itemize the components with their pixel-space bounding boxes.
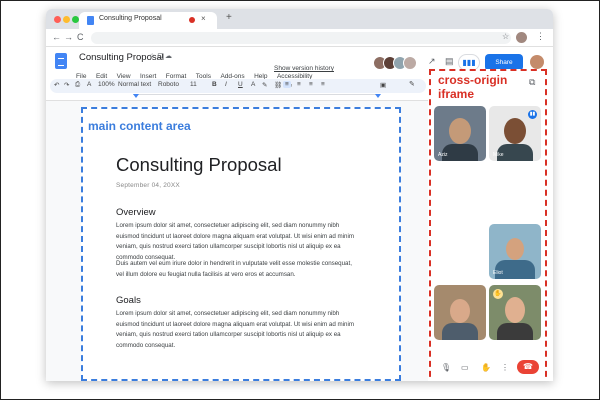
participant-name: Mike bbox=[493, 152, 504, 158]
insert-image-icon[interactable]: ▣ bbox=[380, 81, 386, 89]
raised-hand-icon: ✋ bbox=[493, 289, 503, 299]
forward-icon[interactable]: → bbox=[64, 32, 73, 42]
font-size-select[interactable]: 11 bbox=[190, 81, 197, 88]
main-content-annotation: main content area bbox=[88, 119, 191, 133]
user-avatar[interactable] bbox=[530, 55, 544, 69]
editing-mode-icon[interactable]: ✎ bbox=[409, 80, 415, 88]
overview-heading[interactable]: Overview bbox=[116, 207, 156, 218]
participant-tile[interactable] bbox=[434, 285, 486, 340]
docs-favicon-icon bbox=[87, 16, 94, 25]
address-bar-row: ← → C ☆ ⋮ bbox=[46, 29, 553, 47]
ruler bbox=[46, 93, 428, 101]
align-center-button[interactable]: ≡ bbox=[297, 81, 301, 88]
participant-name: Aziz bbox=[438, 152, 448, 158]
recording-indicator-icon bbox=[189, 17, 195, 23]
participant-tile[interactable]: ✋ bbox=[489, 285, 541, 340]
formatting-toolbar: ↶ ↷ ⎙ A 100% Normal text Roboto 11 B I U… bbox=[50, 79, 426, 93]
page-title[interactable]: Consulting Proposal bbox=[116, 154, 282, 176]
right-indent-marker[interactable] bbox=[375, 94, 381, 98]
speaking-indicator-icon: ▮▮ bbox=[528, 110, 537, 119]
trend-icon[interactable]: ↗ bbox=[428, 56, 436, 67]
participant-face bbox=[450, 299, 470, 323]
participant-face bbox=[504, 118, 526, 144]
tab-title: Consulting Proposal bbox=[99, 15, 162, 22]
camera-icon[interactable]: ▭ bbox=[461, 363, 469, 372]
omnibox[interactable] bbox=[91, 32, 511, 44]
participant-body bbox=[497, 323, 533, 340]
participant-name: Eliot bbox=[493, 270, 503, 276]
goals-heading[interactable]: Goals bbox=[116, 295, 141, 306]
popout-icon[interactable]: ⧉ bbox=[529, 77, 535, 88]
participant-body bbox=[442, 323, 478, 340]
back-icon[interactable]: ← bbox=[52, 32, 61, 42]
zoom-select[interactable]: 100% bbox=[98, 81, 115, 88]
tab-close-icon[interactable]: × bbox=[201, 14, 206, 23]
raise-hand-icon[interactable]: ✋ bbox=[481, 363, 491, 372]
print-icon[interactable]: ⎙ bbox=[75, 81, 80, 89]
doc-date[interactable]: September 04, 20XX bbox=[116, 182, 180, 189]
paragraph-style-select[interactable]: Normal text bbox=[118, 81, 151, 88]
spellcheck-icon[interactable]: A bbox=[87, 81, 91, 88]
doc-icon[interactable] bbox=[55, 53, 67, 69]
reload-icon[interactable]: C bbox=[77, 32, 84, 42]
link-icon[interactable]: ⛓ bbox=[274, 81, 282, 89]
star-move-cloud-icons[interactable]: ☆ ⊡ ☁ bbox=[149, 52, 172, 60]
browser-window: Consulting Proposal × + ← → C ☆ ⋮ Consul… bbox=[46, 9, 553, 381]
left-indent-marker[interactable] bbox=[133, 94, 139, 98]
bookmark-star-icon[interactable]: ☆ bbox=[502, 32, 509, 41]
browser-menu-icon[interactable]: ⋮ bbox=[536, 31, 545, 42]
iframe-annotation-line-1: cross-origin bbox=[438, 73, 508, 87]
close-window-button[interactable] bbox=[54, 16, 61, 23]
browser-tab[interactable]: Consulting Proposal × bbox=[79, 12, 217, 29]
redo-icon[interactable]: ↷ bbox=[64, 81, 69, 89]
iframe-annotation: cross-origin iframe bbox=[438, 73, 507, 101]
version-history-link[interactable]: Show version history bbox=[274, 65, 334, 72]
underline-button[interactable]: U bbox=[238, 81, 243, 88]
collaborator-avatars[interactable] bbox=[373, 56, 423, 70]
highlight-icon[interactable]: ✎ bbox=[262, 81, 267, 89]
end-call-button[interactable]: ☎ bbox=[517, 360, 539, 374]
participant-face bbox=[506, 238, 524, 260]
tab-bar: Consulting Proposal × + bbox=[46, 9, 553, 29]
participant-face bbox=[449, 118, 471, 144]
participant-face bbox=[505, 297, 525, 323]
overview-paragraph-1[interactable]: Lorem ipsum dolor sit amet, consectetuer… bbox=[116, 221, 356, 263]
avatar[interactable] bbox=[403, 56, 417, 70]
minimize-window-button[interactable] bbox=[63, 16, 70, 23]
align-right-button[interactable]: ≡ bbox=[309, 81, 313, 88]
new-tab-button[interactable]: + bbox=[226, 12, 232, 23]
goals-paragraph-1[interactable]: Lorem ipsum dolor sit amet, consectetuer… bbox=[116, 309, 356, 351]
overview-paragraph-2[interactable]: Duis autem vel eum iriure dolor in hendr… bbox=[116, 259, 356, 280]
call-controls: 🎙 ▭ ✋ ⋮ ☎ bbox=[431, 354, 545, 381]
ruler-track bbox=[133, 94, 378, 100]
participant-tile[interactable]: Aziz bbox=[434, 106, 486, 161]
text-color-button[interactable]: A bbox=[251, 81, 255, 88]
font-select[interactable]: Roboto bbox=[158, 81, 179, 88]
browser-profile-avatar[interactable] bbox=[516, 32, 527, 43]
undo-icon[interactable]: ↶ bbox=[54, 81, 59, 89]
comment-icon[interactable]: ▤ bbox=[445, 56, 454, 67]
maximize-window-button[interactable] bbox=[72, 16, 79, 23]
participant-tile[interactable]: Eliot bbox=[489, 224, 541, 279]
align-left-button[interactable]: ≡ bbox=[283, 81, 291, 88]
mic-icon[interactable]: 🎙 bbox=[441, 363, 451, 372]
more-icon[interactable]: ⋮ bbox=[501, 363, 509, 372]
justify-button[interactable]: ≡ bbox=[321, 81, 325, 88]
bold-button[interactable]: B bbox=[212, 81, 217, 88]
iframe-annotation-line-2: iframe bbox=[438, 87, 475, 101]
participant-tile[interactable]: ▮▮ Mike bbox=[489, 106, 541, 161]
italic-button[interactable]: I bbox=[225, 81, 227, 88]
